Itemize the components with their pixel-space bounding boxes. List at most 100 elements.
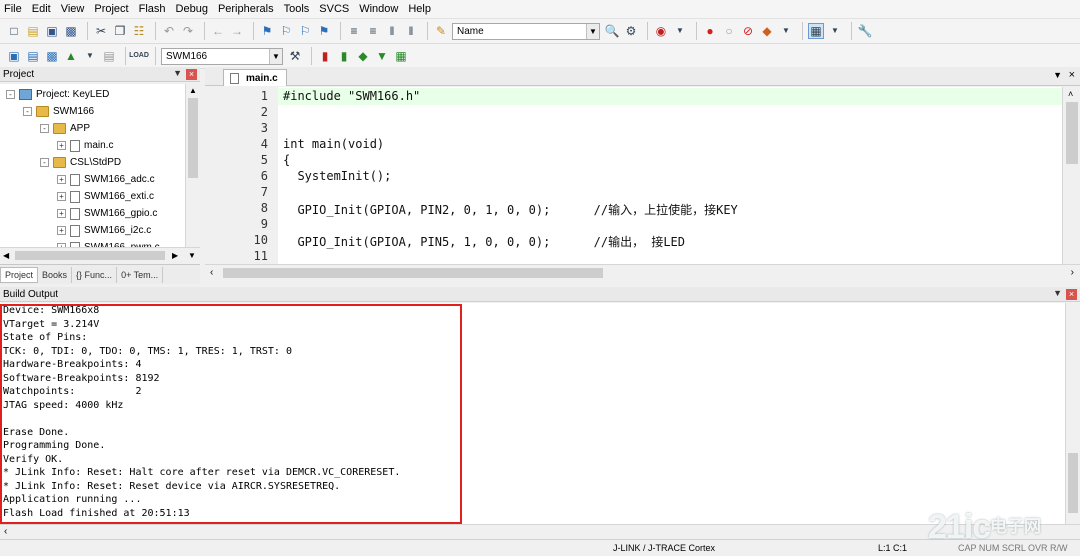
menu-debug[interactable]: Debug: [176, 3, 208, 15]
pack-installer-icon[interactable]: ▼: [374, 48, 390, 64]
prev-bookmark-icon[interactable]: ⚐: [278, 23, 294, 39]
new-file-icon[interactable]: □: [6, 23, 22, 39]
tab-list-icon[interactable]: ▼: [1053, 70, 1062, 80]
pin-icon[interactable]: ▼: [173, 68, 182, 78]
load-icon[interactable]: LOAD: [129, 48, 149, 64]
menu-edit[interactable]: Edit: [32, 3, 51, 15]
collapse-icon[interactable]: -: [40, 158, 49, 167]
dropdown-arrow-icon[interactable]: ▼: [672, 23, 688, 39]
tree-item[interactable]: + SWM166_exti.c: [57, 188, 154, 205]
menu-view[interactable]: View: [61, 3, 85, 15]
panel-tab[interactable]: {} Func...: [72, 266, 118, 283]
target-combo[interactable]: SWM166 ▼: [161, 47, 283, 65]
scroll-thumb[interactable]: [1066, 102, 1078, 164]
select-packs-icon[interactable]: ▮: [336, 48, 352, 64]
scroll-thumb[interactable]: [188, 98, 198, 178]
tree-item[interactable]: - CSL\StdPD: [40, 154, 121, 171]
nav-forward-icon[interactable]: →: [229, 23, 245, 39]
pin-icon[interactable]: ▼: [1053, 288, 1062, 298]
scroll-left-icon[interactable]: ‹: [210, 267, 213, 278]
scroll-up-icon[interactable]: ▲: [189, 86, 197, 95]
scroll-thumb[interactable]: [223, 268, 603, 278]
editor-vscroll[interactable]: ˄: [1062, 87, 1080, 264]
replace-icon[interactable]: ⚙: [623, 23, 639, 39]
save-icon[interactable]: ▣: [44, 23, 60, 39]
debug-settings-icon[interactable]: ◆: [759, 23, 775, 39]
copy-icon[interactable]: ❐: [112, 23, 128, 39]
build-output-vscroll[interactable]: [1065, 303, 1080, 524]
window-layout-icon[interactable]: ▦: [808, 23, 824, 39]
expand-icon[interactable]: +: [57, 141, 66, 150]
expand-icon[interactable]: +: [57, 209, 66, 218]
project-tree-vscroll[interactable]: ▲: [185, 84, 200, 247]
breakpoint-disable-icon[interactable]: ○: [721, 23, 737, 39]
nav-back-icon[interactable]: ←: [210, 23, 226, 39]
stop-build-icon[interactable]: ▤: [101, 48, 117, 64]
chevron-down-icon[interactable]: ▼: [586, 23, 599, 39]
menu-project[interactable]: Project: [94, 3, 128, 15]
scroll-up-icon[interactable]: ˄: [1068, 89, 1073, 99]
menu-window[interactable]: Window: [359, 3, 398, 15]
panel-tab[interactable]: Project: [0, 266, 39, 283]
tree-item[interactable]: +SWM166_pwm.c: [57, 239, 160, 247]
menu-flash[interactable]: Flash: [139, 3, 166, 15]
cut-icon[interactable]: ✂: [93, 23, 109, 39]
scroll-left-icon[interactable]: ◀: [3, 251, 9, 260]
close-icon[interactable]: ×: [186, 69, 197, 80]
tree-item[interactable]: + SWM166_gpio.c: [57, 205, 157, 222]
expand-icon[interactable]: +: [57, 192, 66, 201]
next-bookmark-icon[interactable]: ⚐: [297, 23, 313, 39]
breakpoint-icon[interactable]: ●: [702, 23, 718, 39]
tree-item[interactable]: - SWM166: [23, 103, 94, 120]
close-icon[interactable]: ×: [1066, 289, 1077, 300]
menu-peripherals[interactable]: Peripherals: [218, 3, 274, 15]
bookmark-icon[interactable]: ⚑: [259, 23, 275, 39]
translate-icon[interactable]: ▣: [6, 48, 22, 64]
indent-icon[interactable]: ≡: [346, 23, 362, 39]
collapse-icon[interactable]: -: [6, 90, 15, 99]
paste-icon[interactable]: ☷: [131, 23, 147, 39]
tree-item[interactable]: + SWM166_i2c.c: [57, 222, 151, 239]
find-icon[interactable]: 🔍: [604, 23, 620, 39]
save-all-icon[interactable]: ▩: [63, 23, 79, 39]
editor-hscroll[interactable]: ‹ ›: [205, 264, 1080, 281]
manage-components-icon[interactable]: ▮: [317, 48, 333, 64]
expand-icon[interactable]: +: [57, 175, 66, 184]
rebuild-icon[interactable]: ▩: [44, 48, 60, 64]
dropdown-arrow-icon[interactable]: ▼: [827, 23, 843, 39]
project-tree-hscroll[interactable]: ◀ ▶ ▼: [0, 247, 200, 263]
redo-icon[interactable]: ↷: [180, 23, 196, 39]
clear-bookmarks-icon[interactable]: ⚑: [316, 23, 332, 39]
panel-tab[interactable]: Books: [38, 266, 73, 283]
incremental-find-icon[interactable]: ◉: [653, 23, 669, 39]
collapse-icon[interactable]: -: [23, 107, 32, 116]
unindent-icon[interactable]: ≡: [365, 23, 381, 39]
kill-breakpoints-icon[interactable]: ⊘: [740, 23, 756, 39]
find-in-files-icon[interactable]: ✎: [433, 23, 449, 39]
scroll-down-icon[interactable]: ▼: [188, 251, 196, 260]
software-packs-icon[interactable]: ▦: [393, 48, 409, 64]
collapse-icon[interactable]: -: [40, 124, 49, 133]
uncomment-icon[interactable]: ‖: [403, 23, 419, 39]
open-folder-icon[interactable]: ▤: [25, 23, 41, 39]
dropdown-arrow-icon[interactable]: ▼: [778, 23, 794, 39]
build-output-hscroll[interactable]: ‹: [0, 524, 1080, 539]
menu-tools[interactable]: Tools: [284, 3, 310, 15]
build-icon[interactable]: ▤: [25, 48, 41, 64]
scroll-thumb[interactable]: [1068, 453, 1078, 513]
tab-main-c[interactable]: main.c: [223, 69, 287, 86]
close-icon[interactable]: ×: [1069, 69, 1075, 81]
tree-item[interactable]: - Project: KeyLED: [6, 86, 109, 103]
run-time-env-icon[interactable]: ◆: [355, 48, 371, 64]
target-options-icon[interactable]: ⚒: [287, 48, 303, 64]
menu-file[interactable]: File: [4, 3, 22, 15]
expand-icon[interactable]: +: [57, 226, 66, 235]
scroll-right-icon[interactable]: ›: [1071, 267, 1074, 278]
tree-item[interactable]: + SWM166_adc.c: [57, 171, 155, 188]
scroll-right-icon[interactable]: ▶: [172, 251, 178, 260]
tree-item[interactable]: - APP: [40, 120, 90, 137]
scroll-thumb[interactable]: [15, 251, 165, 260]
comment-icon[interactable]: ‖: [384, 23, 400, 39]
menu-svcs[interactable]: SVCS: [319, 3, 349, 15]
undo-icon[interactable]: ↶: [161, 23, 177, 39]
